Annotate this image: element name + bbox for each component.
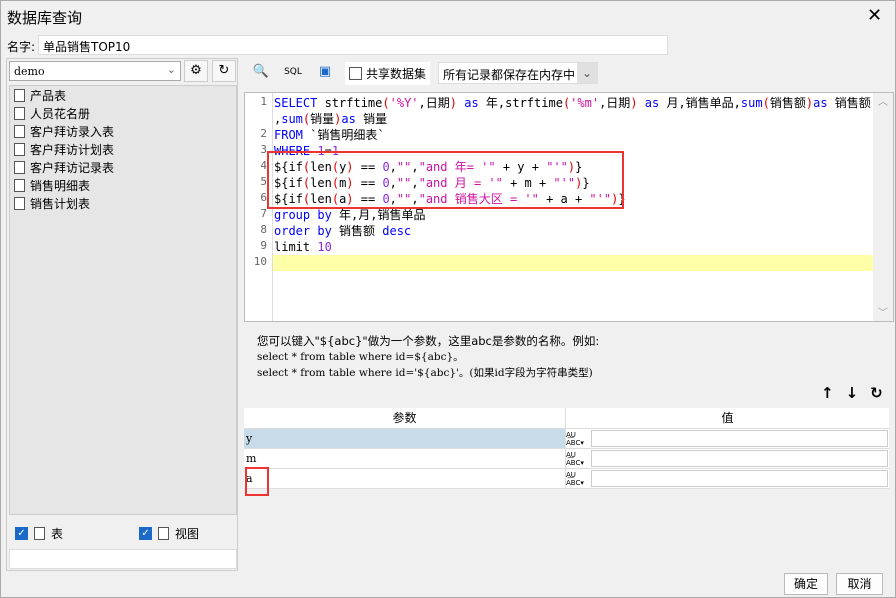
line-number: 6 bbox=[260, 191, 267, 204]
param-name[interactable]: a bbox=[244, 469, 566, 488]
code-line: SELECT strftime('%Y',日期) as 年,strftime('… bbox=[274, 96, 871, 110]
chevron-down-icon: ⌄ bbox=[577, 63, 598, 83]
table-name: 销售明细表 bbox=[30, 178, 91, 193]
code-line: group by 年,月,销售单品 bbox=[274, 208, 426, 222]
table-list-item[interactable]: 客户拜访录入表 bbox=[10, 122, 236, 140]
table-name: 客户拜访录入表 bbox=[30, 124, 115, 139]
table-icon bbox=[14, 142, 25, 156]
database-value: demo bbox=[14, 65, 45, 78]
ok-button[interactable]: 确定 bbox=[784, 573, 828, 595]
view-check-label: 视图 bbox=[175, 527, 200, 541]
table-name: 客户拜访记录表 bbox=[30, 160, 115, 175]
hint-example: select * from table where id=${abc}。 bbox=[257, 351, 464, 363]
chevron-down-icon: ⌄ bbox=[166, 63, 176, 76]
shared-dataset-checkbox[interactable]: 共享数据集 bbox=[345, 61, 431, 85]
refresh-button[interactable]: ↻ bbox=[212, 60, 236, 82]
table-list-item[interactable]: 客户拜访记录表 bbox=[10, 158, 236, 176]
param-name[interactable]: y bbox=[244, 429, 566, 448]
table-icon bbox=[14, 160, 25, 174]
filter-checks: ✓ 表 ✓ 视图 bbox=[15, 525, 199, 542]
line-number: 8 bbox=[260, 223, 267, 236]
table-icon bbox=[14, 88, 25, 102]
table-name: 人员花名册 bbox=[30, 106, 91, 121]
type-icon[interactable]: A͟U ABC▾ bbox=[566, 429, 590, 448]
param-value-input[interactable] bbox=[591, 470, 888, 487]
view-icon bbox=[158, 527, 170, 540]
shared-dataset-label: 共享数据集 bbox=[366, 66, 427, 81]
type-icon[interactable]: A͟U ABC▾ bbox=[566, 449, 590, 468]
line-number: 9 bbox=[260, 239, 267, 252]
parameter-row[interactable]: m A͟U ABC▾ bbox=[244, 449, 889, 469]
database-select[interactable]: demo ⌄ bbox=[9, 61, 181, 81]
column-header-value: 值 bbox=[721, 411, 734, 425]
highlight-box bbox=[245, 467, 269, 496]
table-header: 参数 值 bbox=[244, 408, 889, 429]
param-value-input[interactable] bbox=[591, 450, 888, 467]
table-icon bbox=[14, 178, 25, 192]
table-icon bbox=[34, 527, 45, 540]
preview-icon[interactable]: 🔍 bbox=[249, 62, 273, 84]
table-list-item[interactable]: 销售计划表 bbox=[10, 194, 236, 212]
name-input[interactable]: 单品销售TOP10 bbox=[38, 35, 668, 55]
view-checkbox[interactable]: ✓ bbox=[139, 527, 153, 540]
code-line bbox=[273, 255, 873, 271]
code-line: order by 销售额 desc bbox=[274, 224, 412, 238]
param-actions: ↑ ↓ ↻ bbox=[821, 384, 883, 402]
type-icon[interactable]: A͟U ABC▾ bbox=[566, 469, 590, 488]
parameter-row[interactable]: y A͟U ABC▾ bbox=[244, 429, 889, 449]
left-panel: demo ⌄ ⚙ ↻ 产品表人员花名册客户拜访录入表 客户拜访计划表 客户拜访记录表销… bbox=[6, 58, 238, 571]
query-toolbar: 🔍 SQL ▣ 共享数据集 所有记录都保存在内存中 ⌄ bbox=[249, 61, 599, 85]
table-list: 产品表人员花名册客户拜访录入表 客户拜访计划表 客户拜访记录表 销售明细表销售计划表 bbox=[9, 85, 237, 515]
column-header-param: 参数 bbox=[244, 408, 566, 428]
table-icon bbox=[14, 106, 25, 120]
vertical-scrollbar[interactable]: ︿ ﹀ bbox=[873, 93, 893, 321]
highlight-box bbox=[267, 151, 624, 209]
line-number: 5 bbox=[260, 175, 267, 188]
table-list-item[interactable]: 客户拜访计划表 bbox=[10, 140, 236, 158]
sql-icon[interactable]: SQL bbox=[281, 62, 305, 84]
move-down-icon[interactable]: ↓ bbox=[846, 384, 859, 402]
parameter-row[interactable]: a A͟U ABC▾ bbox=[244, 469, 889, 489]
name-label: 名字: bbox=[7, 40, 36, 54]
memory-select-value: 所有记录都保存在内存中 bbox=[443, 68, 576, 82]
param-value-input[interactable] bbox=[591, 430, 888, 447]
move-up-icon[interactable]: ↑ bbox=[821, 384, 834, 402]
parameter-icon[interactable]: ▣ bbox=[313, 62, 337, 84]
table-list-item[interactable]: 产品表 bbox=[10, 86, 236, 104]
table-icon bbox=[14, 196, 25, 210]
code-line: limit 10 bbox=[274, 240, 332, 254]
code-line: ,sum(销量)as 销量 bbox=[274, 112, 388, 126]
table-icon bbox=[14, 124, 25, 138]
line-number: 4 bbox=[260, 159, 267, 172]
cancel-button[interactable]: 取消 bbox=[836, 573, 883, 595]
hint-example: select * from table where id='${abc}'。(如… bbox=[257, 367, 593, 379]
line-number: 1 bbox=[260, 95, 267, 108]
line-number: 3 bbox=[260, 143, 267, 156]
parameter-table: 参数 值 y A͟U ABC▾ m A͟U ABC▾ a A͟U ABC▾ bbox=[244, 408, 889, 489]
memory-select[interactable]: 所有记录都保存在内存中 ⌄ bbox=[438, 62, 599, 84]
window-title: 数据库查询 bbox=[7, 9, 83, 27]
line-number: 7 bbox=[260, 207, 267, 220]
table-list-item[interactable]: 销售明细表 bbox=[10, 176, 236, 194]
hint-line: 您可以键入"${abc}"做为一个参数，这里abc是参数的名称。例如: bbox=[257, 334, 600, 348]
line-number: 2 bbox=[260, 127, 267, 140]
table-checkbox[interactable]: ✓ bbox=[15, 527, 28, 540]
line-number: 10 bbox=[253, 255, 267, 268]
table-check-label: 表 bbox=[51, 527, 64, 541]
close-icon[interactable]: ✕ bbox=[867, 5, 882, 26]
table-name: 客户拜访计划表 bbox=[30, 142, 115, 157]
table-name: 产品表 bbox=[30, 88, 67, 103]
table-name: 销售计划表 bbox=[30, 196, 91, 211]
param-name[interactable]: m bbox=[244, 449, 566, 468]
code-line: FROM `销售明细表` bbox=[274, 128, 385, 142]
table-list-item[interactable]: 人员花名册 bbox=[10, 104, 236, 122]
parameter-hint: 您可以键入"${abc}"做为一个参数，这里abc是参数的名称。例如: sele… bbox=[257, 333, 599, 381]
edit-connection-button[interactable]: ⚙ bbox=[184, 60, 208, 82]
search-field[interactable] bbox=[9, 549, 237, 569]
refresh-icon[interactable]: ↻ bbox=[870, 384, 883, 402]
